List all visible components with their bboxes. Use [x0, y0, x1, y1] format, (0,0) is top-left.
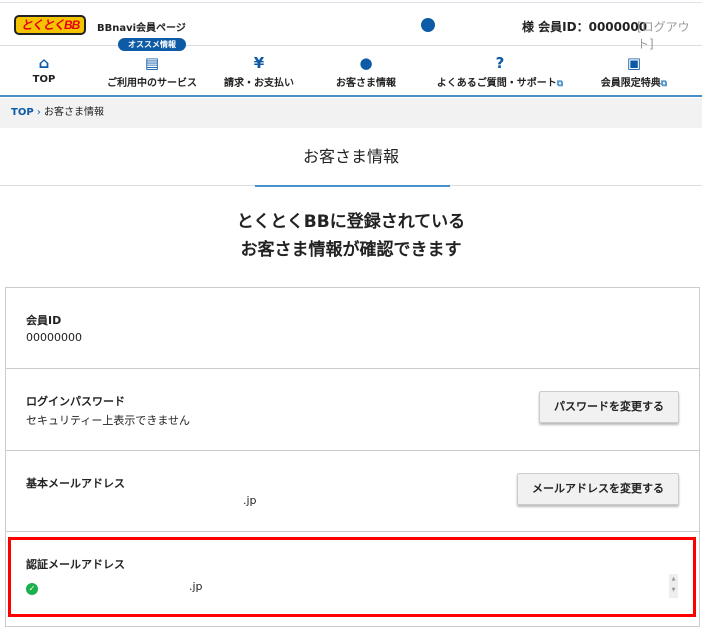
lead-line: お客さま情報が確認できます — [240, 240, 462, 260]
yen-icon: ¥ — [253, 54, 265, 72]
question-icon: ? — [495, 54, 505, 72]
row-label: 会員ID — [26, 314, 62, 327]
nav-label: よくあるご質問・サポート — [436, 78, 557, 89]
check-circle-icon: ✓ — [26, 583, 38, 595]
header: とくとくBB BBnavi会員ページ 様 会員ID：0000000 [ログアウト… — [0, 3, 702, 51]
nav-billing[interactable]: ¥ 請求・お支払い — [224, 55, 294, 89]
nav-services[interactable]: ▤ ご利用中のサービス — [107, 55, 197, 89]
user-icon — [421, 18, 435, 32]
member-id: 様 会員ID：0000000 — [522, 20, 648, 34]
logo[interactable]: とくとくBB — [14, 15, 86, 35]
nav-top[interactable]: ⌂ TOP — [33, 55, 56, 85]
document-search-icon: ▤ — [144, 54, 160, 72]
breadcrumb-top[interactable]: TOP — [11, 107, 34, 118]
nav-support[interactable]: ? よくあるご質問・サポート⧉ — [437, 55, 563, 89]
user-icon: ● — [359, 54, 373, 72]
row-password: ログインパスワード セキュリティー上表示できません パスワードを変更する — [6, 369, 699, 451]
nav-label: TOP — [32, 74, 56, 85]
nav-label: 請求・お支払い — [224, 78, 294, 89]
home-icon: ⌂ — [38, 54, 50, 72]
chevron-right-icon: › — [36, 107, 45, 118]
highlight-box — [8, 537, 696, 617]
row-basic-email: 基本メールアドレス .jp メールアドレスを変更する — [6, 451, 699, 532]
row-member-id: 会員ID 00000000 — [6, 288, 699, 369]
breadcrumb-current: お客さま情報 — [44, 107, 105, 118]
lead-text: とくとくBBに登録されている お客さま情報が確認できます — [0, 208, 702, 264]
recommend-badge[interactable]: オススメ情報 — [118, 38, 186, 51]
nav-label: ご利用中のサービス — [107, 78, 197, 89]
breadcrumb: TOP › お客さま情報 — [0, 98, 702, 128]
gift-icon: ▣ — [626, 54, 642, 72]
change-password-button[interactable]: パスワードを変更する — [539, 391, 679, 423]
lead-line: とくとくBBに登録されている — [236, 212, 466, 232]
external-link-icon: ⧉ — [660, 79, 668, 89]
change-email-button[interactable]: メールアドレスを変更する — [517, 473, 679, 505]
nav-label: お客さま情報 — [336, 78, 396, 89]
nav-benefits[interactable]: ▣ 会員限定特典⧉ — [601, 55, 667, 89]
scrollbar[interactable]: ▲ ▼ — [669, 574, 678, 598]
row-value: セキュリティー上表示できません — [26, 414, 191, 427]
row-value: 00000000 — [26, 331, 82, 344]
page-title: お客さま情報 — [0, 129, 702, 186]
nav-label: 会員限定特典 — [600, 78, 661, 89]
row-label: 基本メールアドレス — [26, 477, 125, 490]
row-value: .jp — [243, 494, 257, 507]
nav-customer-info[interactable]: ● お客さま情報 — [336, 55, 396, 89]
site-name: BBnavi会員ページ — [97, 23, 186, 34]
title-underline — [255, 185, 450, 187]
row-label: ログインパスワード — [26, 395, 125, 408]
main-nav: ⌂ TOP ▤ ご利用中のサービス ¥ 請求・お支払い ● お客さま情報 ? よくあるご質… — [0, 47, 702, 97]
external-link-icon: ⧉ — [556, 79, 564, 89]
